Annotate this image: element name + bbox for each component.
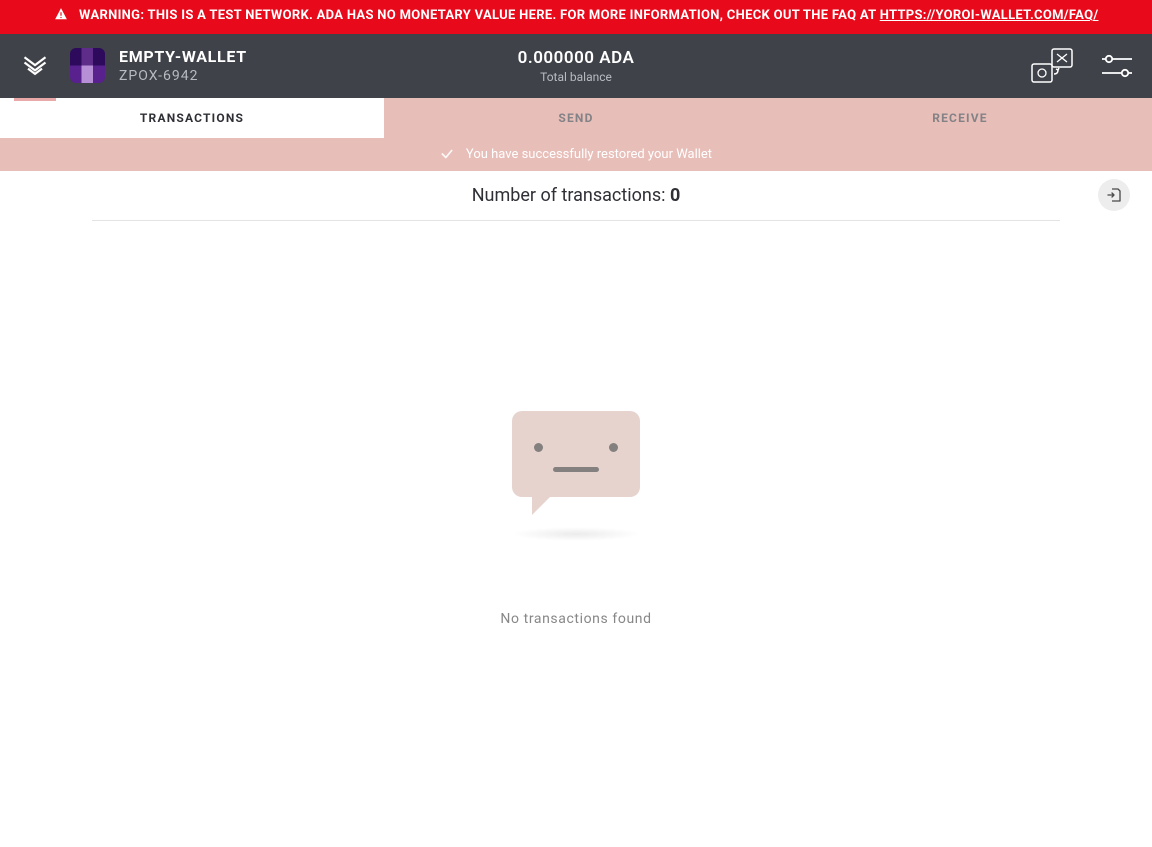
summary-divider <box>92 220 1060 221</box>
export-file-icon <box>1106 187 1122 203</box>
wallet-code: ZPOX-6942 <box>119 68 247 84</box>
test-network-warning-banner: WARNING: THIS IS A TEST NETWORK. ADA HAS… <box>0 0 1152 34</box>
transactions-summary: Number of transactions: 0 <box>0 171 1152 220</box>
wallet-info: EMPTY-WALLET ZPOX-6942 <box>119 47 247 84</box>
balance-label: Total balance <box>518 70 635 84</box>
settings-sliders-icon <box>1102 54 1132 78</box>
check-icon <box>440 147 454 161</box>
notice-text: You have successfully restored your Wall… <box>466 147 712 162</box>
empty-state-illustration <box>512 411 640 497</box>
tab-transactions[interactable]: TRANSACTIONS <box>0 98 384 138</box>
wallet-tabs: TRANSACTIONS SEND RECEIVE <box>0 98 1152 138</box>
app-header: EMPTY-WALLET ZPOX-6942 0.000000 ADA Tota… <box>0 34 1152 98</box>
app-logo[interactable] <box>0 34 70 98</box>
wallet-avatar <box>70 48 105 83</box>
restore-success-notice: You have successfully restored your Wall… <box>0 138 1152 171</box>
balance-amount: 0.000000 ADA <box>518 48 635 68</box>
transactions-count-label: Number of transactions: <box>472 185 670 206</box>
empty-state: No transactions found <box>0 411 1152 627</box>
illustration-shadow <box>511 527 641 541</box>
settings-button[interactable] <box>1102 54 1132 78</box>
transactions-count-value: 0 <box>670 185 680 206</box>
warning-text: WARNING: THIS IS A TEST NETWORK. ADA HAS… <box>79 8 880 23</box>
daedalus-transfer-button[interactable] <box>1030 48 1074 84</box>
empty-state-text: No transactions found <box>500 611 651 627</box>
warning-faq-link[interactable]: HTTPS://YOROI-WALLET.COM/FAQ/ <box>880 8 1099 23</box>
balance-block: 0.000000 ADA Total balance <box>518 48 635 84</box>
tab-receive[interactable]: RECEIVE <box>768 98 1152 138</box>
wallet-name: EMPTY-WALLET <box>119 47 247 66</box>
tab-send[interactable]: SEND <box>384 98 768 138</box>
warning-icon <box>54 7 68 28</box>
export-transactions-button[interactable] <box>1098 179 1130 211</box>
transfer-icon <box>1030 48 1074 84</box>
yoroi-logo-icon <box>21 52 49 80</box>
